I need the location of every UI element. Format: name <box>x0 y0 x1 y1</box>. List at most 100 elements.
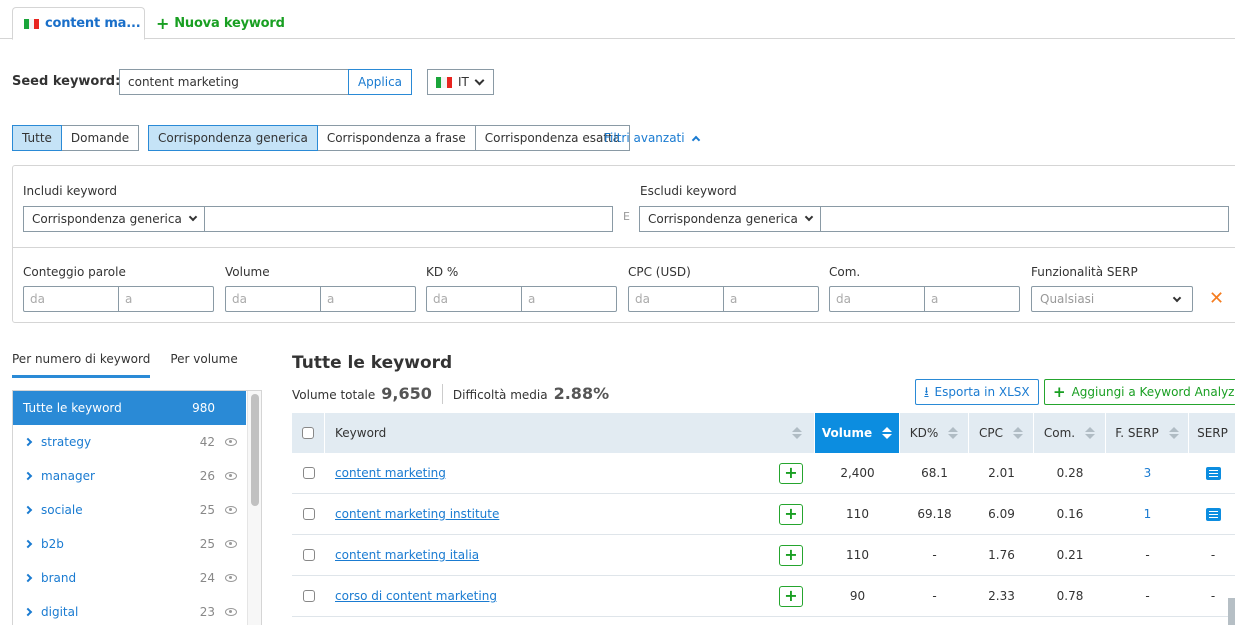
type-all-button[interactable]: Tutte <box>12 125 62 151</box>
tab-by-keyword-count[interactable]: Per numero di keyword <box>12 352 151 378</box>
kd-cell: - <box>932 589 937 603</box>
select-all-checkbox-cell <box>292 413 325 453</box>
word-count-from[interactable]: da <box>24 287 119 311</box>
add-to-keyword-analyzer-button[interactable]: + Aggiungi a Keyword Analyzer <box>1044 379 1235 405</box>
sort-icon <box>1013 427 1023 439</box>
column-serp-features[interactable]: F. SERP <box>1106 413 1189 453</box>
chevron-right-icon <box>23 437 33 447</box>
row-checkbox[interactable] <box>302 508 315 520</box>
tab-by-volume[interactable]: Per volume <box>170 352 237 378</box>
group-label: b2b <box>41 537 64 551</box>
serp-features-link[interactable]: 3 <box>1144 466 1152 480</box>
kd-from[interactable]: da <box>427 287 522 311</box>
apply-button[interactable]: Applica <box>348 69 412 95</box>
exclude-match-select[interactable]: Corrispondenza generica <box>640 207 821 231</box>
avg-difficulty-label: Difficoltà media <box>452 388 548 402</box>
chevron-right-icon <box>23 607 33 617</box>
broad-match-button[interactable]: Corrispondenza generica <box>148 125 318 151</box>
add-keyword-button[interactable]: + <box>779 503 803 525</box>
select-all-checkbox[interactable] <box>302 427 314 439</box>
new-keyword-label: Nuova keyword <box>174 16 285 31</box>
group-item[interactable]: manager 26 <box>13 459 261 493</box>
eye-icon[interactable] <box>225 608 237 616</box>
include-match-value: Corrispondenza generica <box>32 212 182 226</box>
eye-icon[interactable] <box>225 574 237 582</box>
column-keyword[interactable]: Keyword <box>325 413 815 453</box>
advanced-filters-toggle[interactable]: Filtri avanzati <box>604 131 700 145</box>
cpc-to[interactable]: a <box>724 287 818 311</box>
exclude-keyword-input[interactable] <box>820 207 1228 231</box>
sidebar-scrollbar[interactable] <box>247 391 261 625</box>
divider <box>13 247 1235 248</box>
group-item[interactable]: digital 23 <box>13 595 261 625</box>
column-label: Keyword <box>335 426 387 440</box>
serp-list-icon[interactable] <box>1205 466 1221 480</box>
cpc-range: da a <box>628 286 819 312</box>
column-competition[interactable]: Com. <box>1034 413 1106 453</box>
eye-icon[interactable] <box>225 438 237 446</box>
group-label: sociale <box>41 503 83 517</box>
word-count-range: da a <box>23 286 214 312</box>
include-match-select[interactable]: Corrispondenza generica <box>24 207 205 231</box>
keyword-link[interactable]: content marketing institute <box>335 507 779 521</box>
word-count-to[interactable]: a <box>119 287 213 311</box>
kd-cell: - <box>932 548 937 562</box>
volume-cell: 2,400 <box>840 466 875 480</box>
kd-label: KD % <box>426 265 459 279</box>
database-select[interactable]: IT <box>427 69 494 95</box>
row-checkbox[interactable] <box>302 467 315 479</box>
word-count-label: Conteggio parole <box>23 265 126 279</box>
cpc-label: CPC (USD) <box>628 265 691 279</box>
competition-to[interactable]: a <box>925 287 1019 311</box>
column-volume[interactable]: Volume <box>815 413 900 453</box>
scrollbar-thumb[interactable] <box>251 394 259 506</box>
row-checkbox[interactable] <box>302 549 315 561</box>
competition-from[interactable]: da <box>830 287 925 311</box>
group-item[interactable]: sociale 25 <box>13 493 261 527</box>
column-label: SERP <box>1197 426 1228 440</box>
keyword-link[interactable]: content marketing italia <box>335 548 779 562</box>
column-cpc[interactable]: CPC <box>969 413 1034 453</box>
eye-icon[interactable] <box>225 472 237 480</box>
add-keyword-button[interactable]: + <box>779 585 803 607</box>
type-questions-button[interactable]: Domande <box>61 125 140 151</box>
kd-to[interactable]: a <box>522 287 616 311</box>
close-icon[interactable]: ✕ <box>1209 288 1224 309</box>
seed-keyword-input[interactable]: content marketing <box>119 69 349 95</box>
eye-icon[interactable] <box>225 506 237 514</box>
group-item[interactable]: brand 24 <box>13 561 261 595</box>
eye-icon[interactable] <box>225 540 237 548</box>
keyword-link[interactable]: corso di content marketing <box>335 589 779 603</box>
include-keyword-input[interactable] <box>204 207 612 231</box>
total-volume-value: 9,650 <box>381 384 432 403</box>
new-keyword-tab[interactable]: + Nuova keyword <box>156 14 285 33</box>
page-scrollbar-thumb[interactable] <box>1228 598 1235 625</box>
column-kd[interactable]: KD% <box>900 413 969 453</box>
column-serp: SERP <box>1189 413 1235 453</box>
group-count: 24 <box>199 571 215 585</box>
group-item[interactable]: b2b 25 <box>13 527 261 561</box>
chevron-right-icon <box>23 539 33 549</box>
keyword-link[interactable]: content marketing <box>335 466 779 480</box>
plus-icon: + <box>156 14 170 33</box>
add-keyword-button[interactable]: + <box>779 544 803 566</box>
tab-content-marketing[interactable]: content ma... <box>12 7 145 40</box>
group-item-all[interactable]: Tutte le keyword 980 <box>13 391 246 425</box>
cpc-cell: 2.01 <box>988 466 1015 480</box>
serp-features-link[interactable]: 1 <box>1144 507 1152 521</box>
cpc-from[interactable]: da <box>629 287 724 311</box>
group-item[interactable]: strategy 42 <box>13 425 261 459</box>
cpc-cell: 2.33 <box>988 589 1015 603</box>
serp-list-icon[interactable] <box>1205 507 1221 521</box>
serp-features-select[interactable]: Qualsiasi <box>1031 286 1193 312</box>
phrase-match-button[interactable]: Corrispondenza a frase <box>317 125 476 151</box>
serp-features-cell: - <box>1145 589 1150 603</box>
row-checkbox[interactable] <box>302 590 315 602</box>
volume-from[interactable]: da <box>226 287 321 311</box>
add-keyword-button[interactable]: + <box>779 462 803 484</box>
exclude-keyword-group: Corrispondenza generica <box>639 206 1229 232</box>
summary-stats: Volume totale 9,650 Difficoltà media 2.8… <box>292 384 609 404</box>
chevron-down-icon <box>188 212 198 222</box>
export-xlsx-button[interactable]: ⭳ Esporta in XLSX <box>915 379 1039 405</box>
volume-to[interactable]: a <box>321 287 415 311</box>
